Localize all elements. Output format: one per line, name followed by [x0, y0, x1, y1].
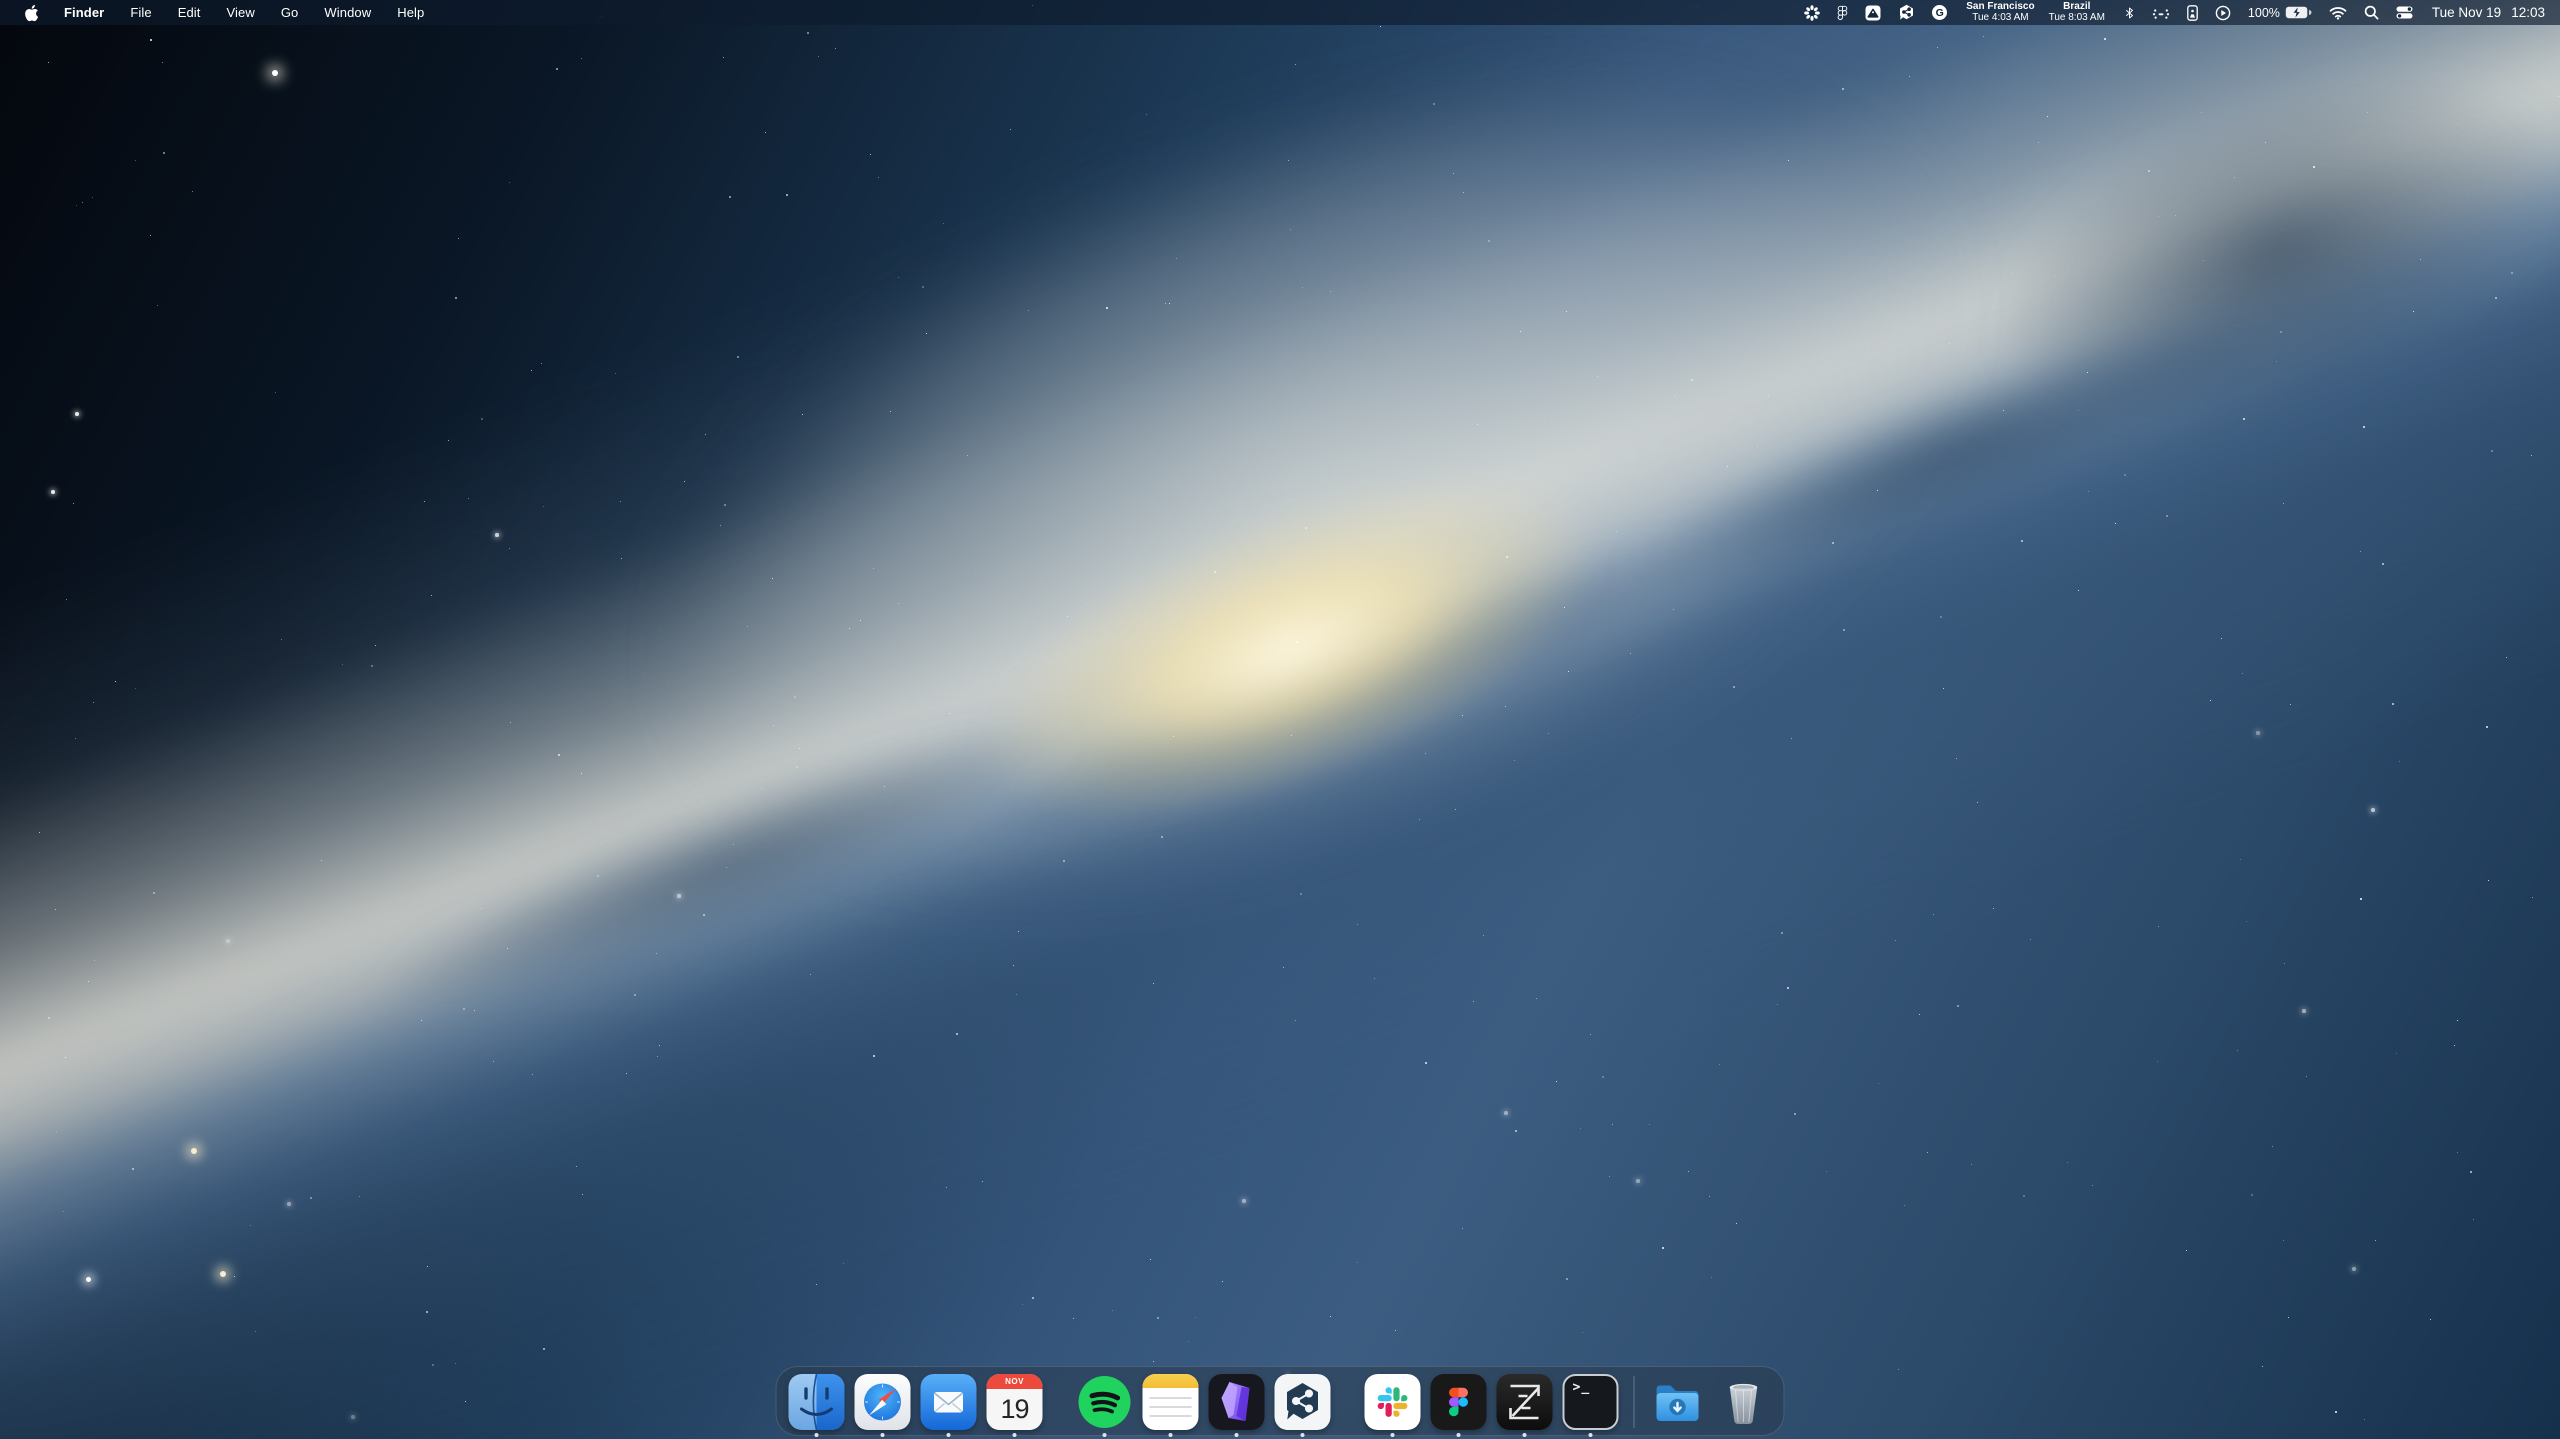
calendar-day-label: 19: [987, 1389, 1043, 1430]
finder-app-icon[interactable]: [789, 1374, 845, 1430]
figma-outline-icon[interactable]: [1837, 5, 1848, 21]
menu-bar-clock[interactable]: Tue Nov 19 12:03: [2432, 5, 2545, 20]
hexagon-share-icon[interactable]: [1898, 4, 1915, 21]
apple-menu[interactable]: [18, 4, 45, 22]
trash-icon[interactable]: [1716, 1374, 1772, 1430]
battery-percent: 100%: [2248, 6, 2280, 20]
play-circle-icon[interactable]: [2215, 5, 2231, 21]
sparkle-burst-icon[interactable]: [1804, 5, 1820, 21]
menu-item-go[interactable]: Go: [268, 5, 312, 20]
control-center-icon[interactable]: [2396, 6, 2413, 19]
menu-bar: Finder File Edit View Go Window Help: [0, 0, 2560, 25]
wifi-icon[interactable]: [2329, 6, 2347, 20]
calendar-app-icon[interactable]: NOV 19: [987, 1374, 1043, 1430]
calendar-month-label: NOV: [987, 1374, 1043, 1389]
notes-yellow-band: [1143, 1374, 1199, 1388]
battery-charging-icon: [2285, 6, 2312, 19]
apple-logo-icon: [24, 4, 39, 22]
bluetooth-icon[interactable]: [2124, 5, 2135, 21]
dock-divider: [1634, 1376, 1635, 1428]
desktop-wallpaper: [0, 0, 2560, 1439]
screenshot-triangle-icon[interactable]: [1865, 5, 1881, 21]
notes-app-icon[interactable]: [1143, 1374, 1199, 1430]
menu-item-finder[interactable]: Finder: [51, 5, 117, 20]
menu-bar-left: Finder File Edit View Go Window Help: [18, 4, 437, 22]
device-icon[interactable]: [2187, 5, 2198, 21]
menu-item-window[interactable]: Window: [311, 5, 384, 20]
slack-app-icon[interactable]: [1365, 1374, 1421, 1430]
safari-app-icon[interactable]: [855, 1374, 911, 1430]
menu-item-edit[interactable]: Edit: [165, 5, 214, 20]
terminal-prompt: >_: [1573, 1380, 1591, 1395]
dock: NOV 19: [776, 1366, 1785, 1436]
terminal-app-icon[interactable]: >_: [1563, 1374, 1619, 1430]
battery-status[interactable]: 100%: [2248, 6, 2312, 20]
vignette: [0, 0, 2560, 1439]
world-clock-brazil[interactable]: Brazil Tue 8:03 AM: [2049, 2, 2105, 23]
spotlight-search-icon[interactable]: [2364, 5, 2379, 20]
world-clock-san-francisco[interactable]: San Francisco Tue 4:03 AM: [1966, 2, 2034, 23]
g-circle-icon[interactable]: G: [1932, 5, 1947, 20]
menu-bar-status: G San Francisco Tue 4:03 AM Brazil Tue 8…: [1804, 2, 2545, 23]
obsidian-app-icon[interactable]: [1209, 1374, 1265, 1430]
menu-item-view[interactable]: View: [214, 5, 268, 20]
date-label: Tue Nov 19: [2432, 5, 2501, 20]
zed-app-icon[interactable]: [1497, 1374, 1553, 1430]
dots-arc-icon[interactable]: [2152, 6, 2170, 20]
mail-app-icon[interactable]: [921, 1374, 977, 1430]
world-clocks[interactable]: San Francisco Tue 4:03 AM Brazil Tue 8:0…: [1966, 2, 2105, 23]
menu-item-help[interactable]: Help: [384, 5, 437, 20]
downloads-folder-icon[interactable]: [1650, 1374, 1706, 1430]
spotify-app-icon[interactable]: [1077, 1374, 1133, 1430]
time-label: 12:03: [2511, 5, 2545, 20]
menu-item-file[interactable]: File: [117, 5, 164, 20]
figma-app-icon[interactable]: [1431, 1374, 1487, 1430]
hexagon-share-app-icon[interactable]: [1275, 1374, 1331, 1430]
notes-paper: [1143, 1388, 1199, 1430]
